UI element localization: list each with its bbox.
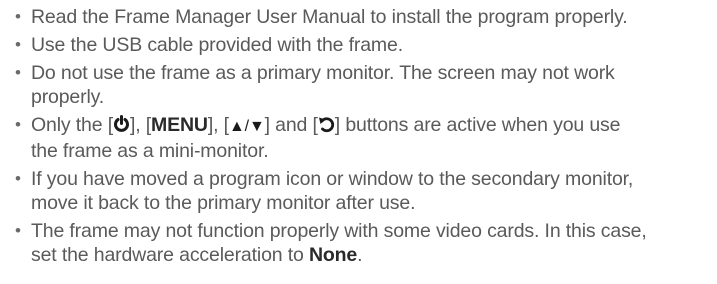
note-text-line2: the frame as a mini-monitor. (31, 140, 269, 162)
bracket-separator: ] and [ (264, 114, 318, 136)
bracket-separator: ], [ (207, 114, 229, 136)
list-item: • Do not use the frame as a primary moni… (14, 61, 717, 109)
menu-key-label: MENU (151, 114, 208, 136)
note-text-line2: properly. (31, 86, 105, 108)
note-text-line2-prefix: set the hardware acceleration to (31, 244, 309, 266)
bullet: • (15, 63, 21, 82)
down-arrow-icon: ▼ (248, 118, 265, 135)
power-icon (113, 115, 130, 134)
list-item: • Use the USB cable provided with the fr… (14, 33, 717, 57)
list-item: • The frame may not function properly wi… (14, 219, 717, 267)
bracket-separator: ], [ (129, 114, 152, 136)
bullet: • (15, 35, 21, 54)
list-item: • Only the [], [MENU], [▲/▼] and [] butt… (14, 113, 717, 163)
up-arrow-icon: ▲ (228, 118, 245, 135)
note-text-line1: Do not use the frame as a primary monito… (31, 62, 615, 84)
note-text-line1: The frame may not function properly with… (31, 220, 647, 242)
note-text-line1: If you have moved a program icon or wind… (31, 168, 634, 190)
bullet: • (15, 7, 21, 26)
bullet: • (15, 169, 21, 188)
list-item: • If you have moved a program icon or wi… (14, 167, 717, 215)
note-text: Read the Frame Manager User Manual to in… (31, 6, 628, 28)
document-page: • Read the Frame Manager User Manual to … (0, 0, 717, 284)
notes-list: • Read the Frame Manager User Manual to … (14, 5, 717, 267)
note-text: Use the USB cable provided with the fram… (31, 34, 403, 56)
bullet: • (15, 115, 21, 134)
acceleration-value: None (308, 244, 358, 266)
back-icon (318, 115, 335, 134)
note-text-suffix: ] buttons are active when you use (334, 114, 621, 136)
note-text-line2-suffix: . (357, 244, 363, 266)
list-item: • Read the Frame Manager User Manual to … (14, 5, 717, 29)
note-text-prefix: Only the [ (31, 114, 113, 136)
note-text-line2: move it back to the primary monitor afte… (31, 192, 416, 214)
bullet: • (15, 221, 21, 240)
